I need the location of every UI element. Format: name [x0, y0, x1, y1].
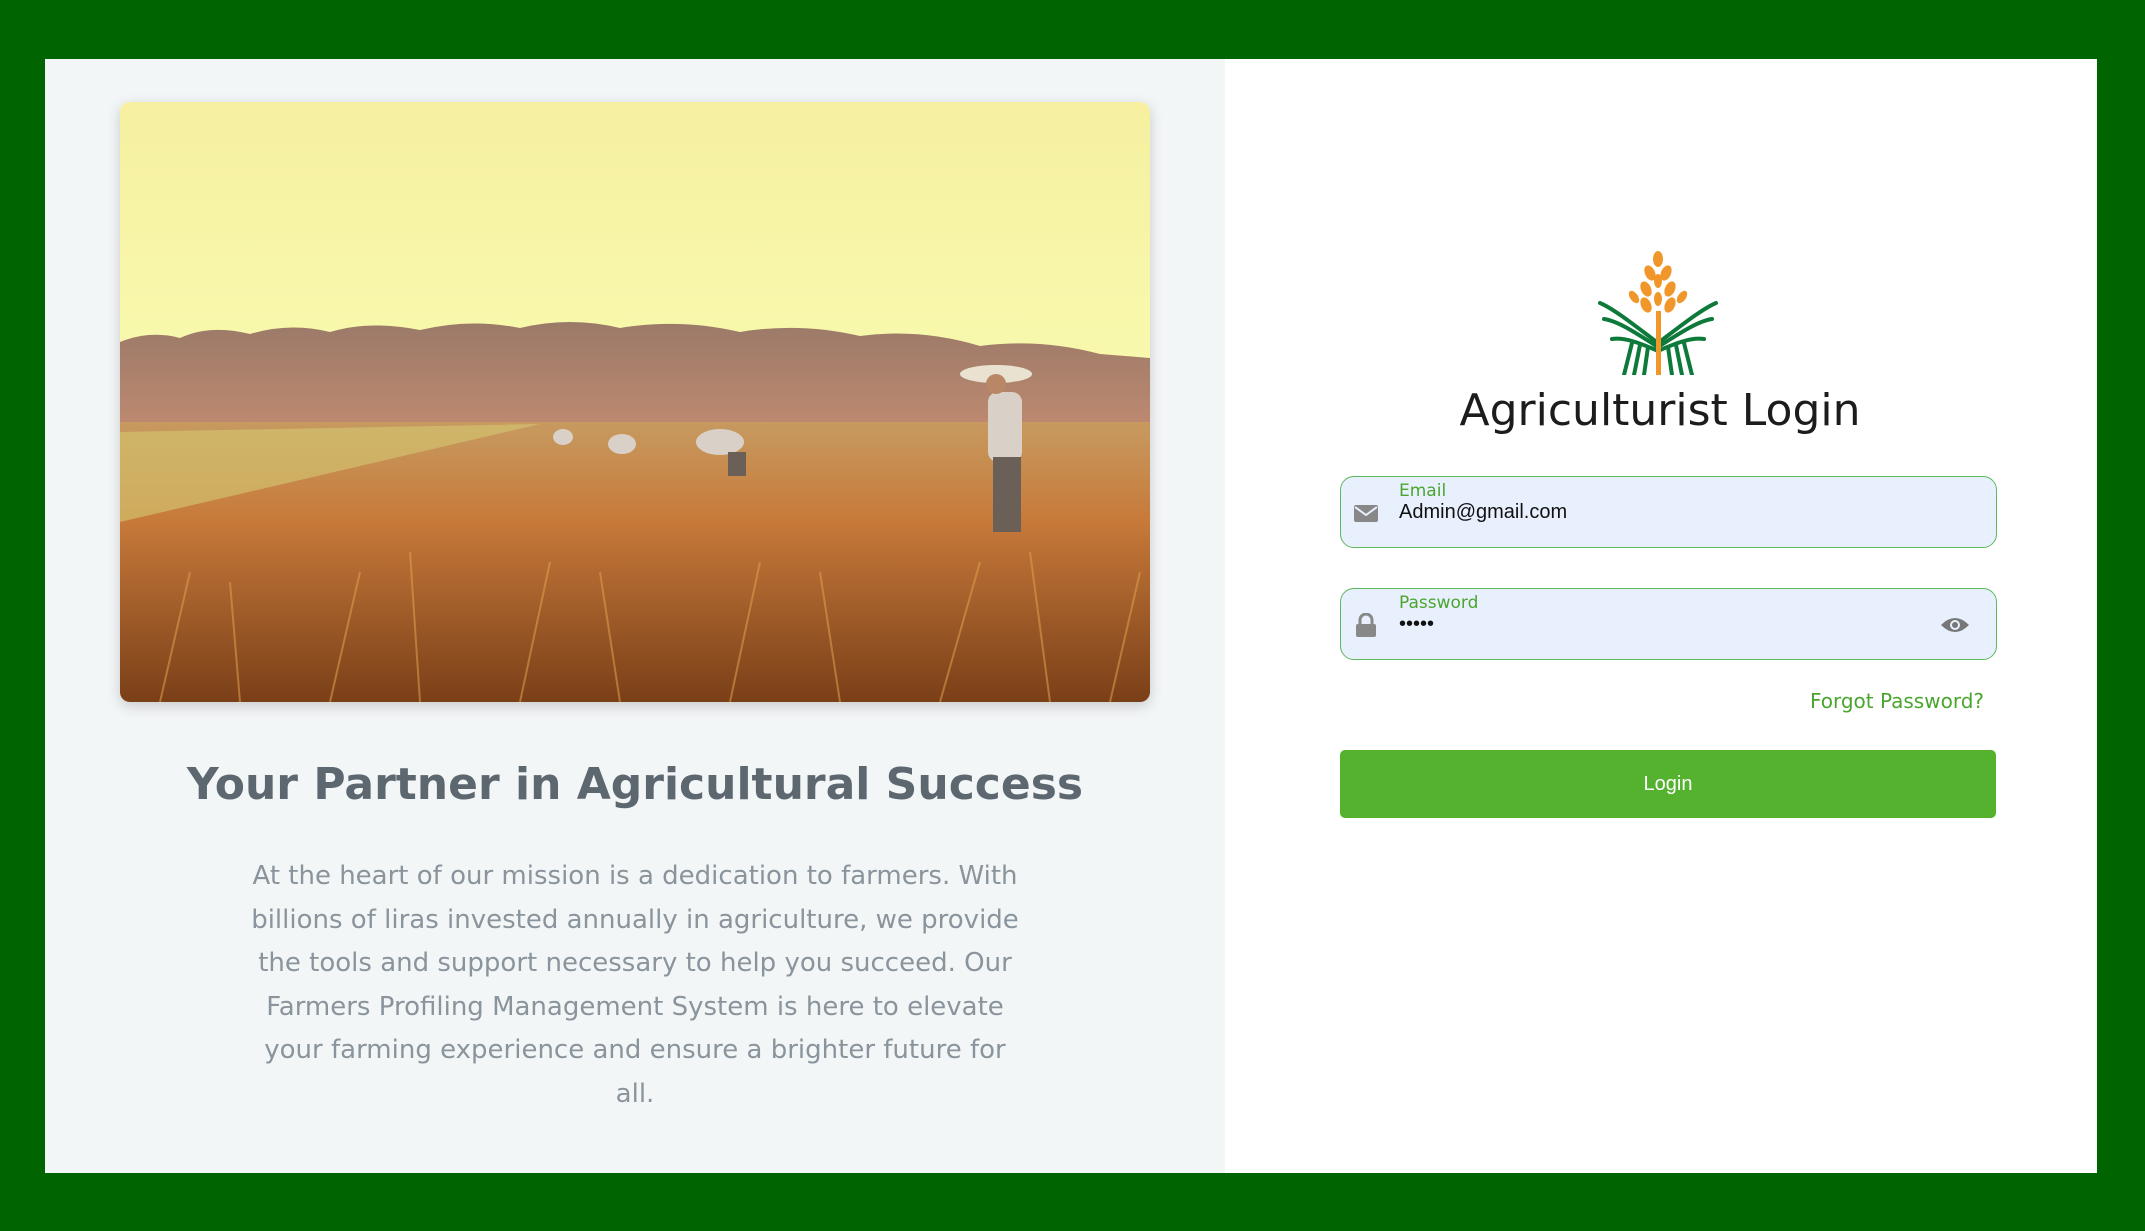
password-label: Password — [1399, 593, 1479, 613]
envelope-icon — [1354, 505, 1378, 522]
login-button[interactable]: Login — [1340, 750, 1996, 818]
tagline: Your Partner in Agricultural Success — [186, 759, 1084, 810]
description: At the heart of our mission is a dedicat… — [251, 861, 1019, 1109]
hero-image — [120, 102, 1150, 702]
password-input[interactable] — [1399, 613, 1939, 636]
left-panel: Your Partner in Agricultural Success At … — [45, 59, 1225, 1173]
lock-icon — [1356, 613, 1376, 637]
forgot-password-link[interactable]: Forgot Password? — [1810, 689, 1984, 713]
eye-icon[interactable] — [1940, 615, 1970, 635]
email-input[interactable] — [1399, 501, 1939, 524]
login-card: Your Partner in Agricultural Success At … — [45, 59, 2097, 1173]
wheat-logo — [1598, 251, 1718, 375]
email-field[interactable]: Email — [1340, 476, 1997, 548]
login-title: Agriculturist Login — [1459, 385, 1861, 436]
right-panel: Agriculturist Login Email Password Forgo… — [1225, 59, 2097, 1173]
email-label: Email — [1399, 481, 1447, 501]
password-field[interactable]: Password — [1340, 588, 1997, 660]
